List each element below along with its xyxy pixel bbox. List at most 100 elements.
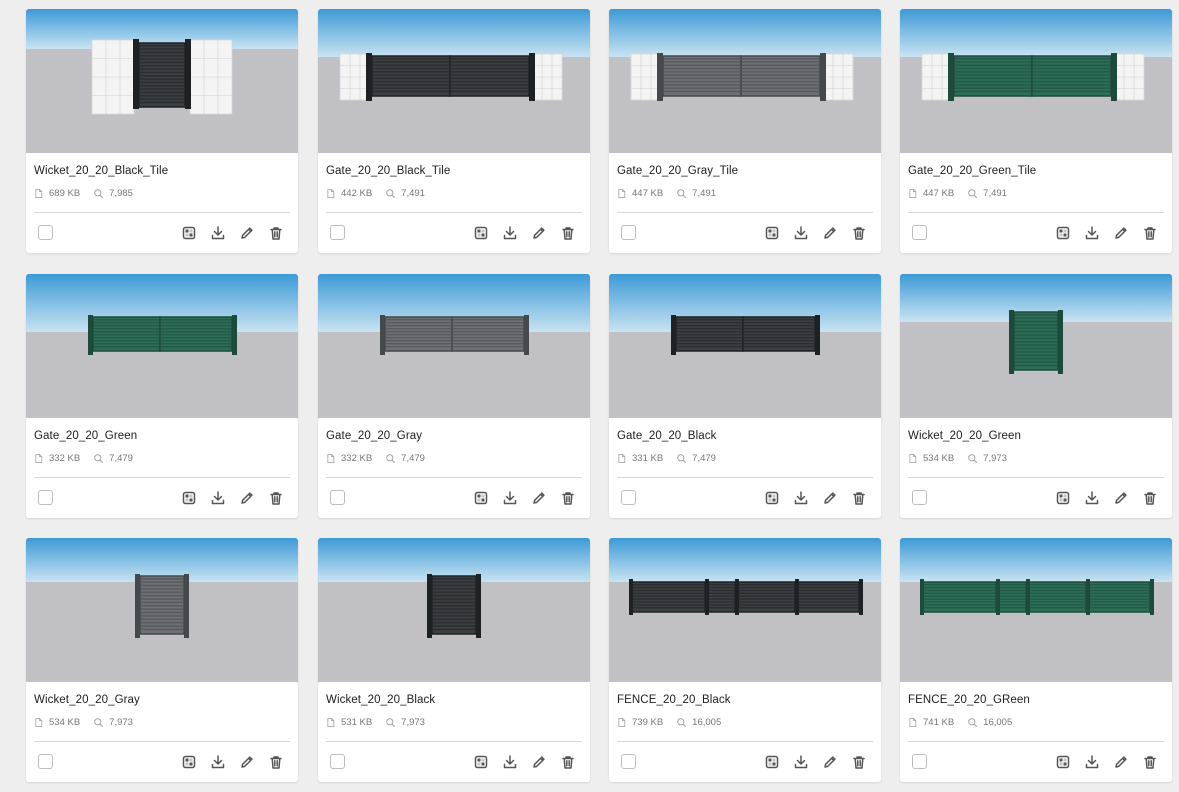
model-thumbnail[interactable] [26,9,298,153]
download-button[interactable] [1082,752,1102,772]
edit-button[interactable] [820,223,840,243]
ar-button[interactable] [762,752,782,772]
ar-button[interactable] [471,488,491,508]
select-checkbox[interactable] [38,225,53,240]
model-card[interactable]: Gate_20_20_Gray 332 KB 7,479 [318,274,590,518]
model-thumbnail[interactable] [318,274,590,418]
model-card[interactable]: Wicket_20_20_Green 534 KB 7,973 [900,274,1172,518]
select-checkbox[interactable] [38,754,53,769]
ar-button[interactable] [179,488,199,508]
model-title[interactable]: Wicket_20_20_Gray [34,694,140,706]
model-thumbnail[interactable] [900,538,1172,682]
ar-button[interactable] [471,752,491,772]
ar-button[interactable] [179,223,199,243]
edit-button[interactable] [237,223,257,243]
edit-button[interactable] [820,752,840,772]
select-checkbox[interactable] [912,225,927,240]
delete-button[interactable] [266,223,286,243]
delete-button[interactable] [849,488,869,508]
model-thumbnail[interactable] [609,274,881,418]
download-button[interactable] [791,223,811,243]
delete-button[interactable] [266,752,286,772]
ar-icon [765,755,779,769]
model-card[interactable]: Gate_20_20_Black_Tile 442 KB 7,491 [318,9,590,253]
select-checkbox[interactable] [621,490,636,505]
model-thumbnail[interactable] [26,274,298,418]
select-checkbox[interactable] [621,754,636,769]
select-checkbox[interactable] [330,490,345,505]
download-button[interactable] [500,752,520,772]
download-button[interactable] [791,488,811,508]
download-button[interactable] [208,223,228,243]
ar-button[interactable] [179,752,199,772]
download-button[interactable] [500,488,520,508]
delete-button[interactable] [849,752,869,772]
model-card[interactable]: Wicket_20_20_Black_Tile 689 KB 7,985 [26,9,298,253]
model-card[interactable]: Gate_20_20_Green 332 KB 7,479 [26,274,298,518]
model-card[interactable]: Gate_20_20_Gray_Tile 447 KB 7,491 [609,9,881,253]
download-button[interactable] [791,752,811,772]
model-thumbnail[interactable] [900,274,1172,418]
delete-button[interactable] [558,223,578,243]
views-icon [677,454,687,463]
card-actions [170,488,286,508]
edit-button[interactable] [820,488,840,508]
delete-button[interactable] [1140,752,1160,772]
model-title[interactable]: Gate_20_20_Black [617,430,716,442]
ar-button[interactable] [1053,223,1073,243]
edit-button[interactable] [237,752,257,772]
model-title[interactable]: Gate_20_20_Green [34,430,137,442]
model-card[interactable]: Wicket_20_20_Gray 534 KB 7,973 [26,538,298,782]
model-thumbnail[interactable] [900,9,1172,153]
model-thumbnail[interactable] [609,538,881,682]
model-card[interactable]: Wicket_20_20_Black 531 KB 7,973 [318,538,590,782]
model-title[interactable]: Gate_20_20_Green_Tile [908,165,1036,177]
select-checkbox[interactable] [621,225,636,240]
delete-button[interactable] [558,488,578,508]
model-thumbnail[interactable] [26,538,298,682]
select-checkbox[interactable] [330,225,345,240]
delete-button[interactable] [1140,488,1160,508]
model-title[interactable]: FENCE_20_20_Black [617,694,731,706]
model-card[interactable]: FENCE_20_20_Black 739 KB 16,005 [609,538,881,782]
edit-button[interactable] [1111,223,1131,243]
model-title[interactable]: Gate_20_20_Black_Tile [326,165,450,177]
select-checkbox[interactable] [38,490,53,505]
select-checkbox[interactable] [912,754,927,769]
download-button[interactable] [1082,223,1102,243]
download-button[interactable] [500,223,520,243]
edit-button[interactable] [529,223,549,243]
edit-button[interactable] [529,488,549,508]
edit-button[interactable] [237,488,257,508]
delete-button[interactable] [266,488,286,508]
select-checkbox[interactable] [330,754,345,769]
download-button[interactable] [208,752,228,772]
model-title[interactable]: Gate_20_20_Gray_Tile [617,165,738,177]
model-title[interactable]: Wicket_20_20_Green [908,430,1021,442]
ar-button[interactable] [471,223,491,243]
delete-button[interactable] [558,752,578,772]
ar-button[interactable] [1053,752,1073,772]
edit-button[interactable] [1111,488,1131,508]
model-thumbnail[interactable] [609,9,881,153]
model-thumbnail[interactable] [318,538,590,682]
thumbnail-scene [26,538,298,682]
model-card[interactable]: Gate_20_20_Black 331 KB 7,479 [609,274,881,518]
model-thumbnail[interactable] [318,9,590,153]
model-card[interactable]: FENCE_20_20_GReen 741 KB 16,005 [900,538,1172,782]
select-checkbox[interactable] [912,490,927,505]
delete-button[interactable] [849,223,869,243]
download-button[interactable] [1082,488,1102,508]
ar-button[interactable] [762,488,782,508]
model-title[interactable]: Gate_20_20_Gray [326,430,422,442]
ar-button[interactable] [1053,488,1073,508]
edit-button[interactable] [529,752,549,772]
download-button[interactable] [208,488,228,508]
model-card[interactable]: Gate_20_20_Green_Tile 447 KB 7,491 [900,9,1172,253]
model-title[interactable]: Wicket_20_20_Black [326,694,435,706]
delete-button[interactable] [1140,223,1160,243]
model-title[interactable]: Wicket_20_20_Black_Tile [34,165,168,177]
ar-button[interactable] [762,223,782,243]
edit-button[interactable] [1111,752,1131,772]
model-title[interactable]: FENCE_20_20_GReen [908,694,1030,706]
